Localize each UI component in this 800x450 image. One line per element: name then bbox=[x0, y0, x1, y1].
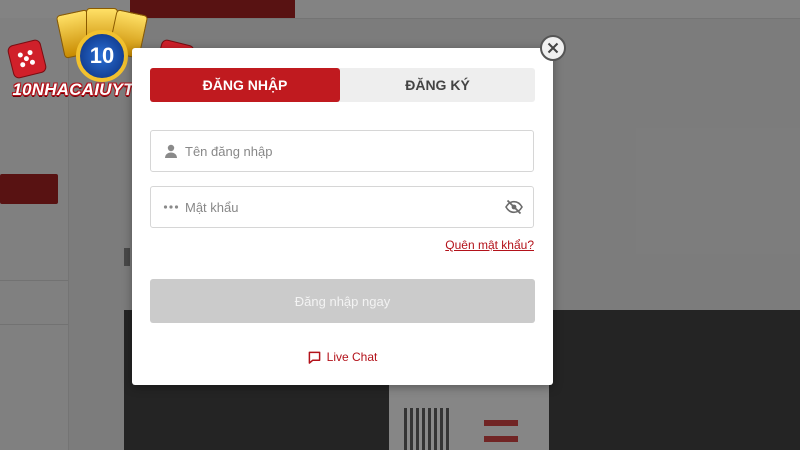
username-field[interactable] bbox=[150, 130, 534, 172]
password-field[interactable] bbox=[150, 186, 534, 228]
close-icon bbox=[547, 42, 559, 54]
medal-badge: 10 bbox=[76, 30, 128, 82]
password-input[interactable] bbox=[185, 187, 485, 227]
tab-login[interactable]: ĐĂNG NHẬP bbox=[150, 68, 340, 102]
live-chat-link[interactable]: Live Chat bbox=[132, 348, 553, 366]
tab-register[interactable]: ĐĂNG KÝ bbox=[340, 68, 535, 102]
dice-icon bbox=[6, 38, 48, 80]
auth-tabs: ĐĂNG NHẬP ĐĂNG KÝ bbox=[150, 68, 535, 102]
chat-icon bbox=[308, 351, 320, 364]
close-button[interactable] bbox=[540, 35, 566, 61]
forgot-password-link[interactable]: Quên mật khẩu? bbox=[445, 238, 534, 252]
login-submit-button[interactable]: Đăng nhập ngay bbox=[150, 279, 535, 323]
username-input[interactable] bbox=[185, 131, 485, 171]
user-icon bbox=[165, 144, 177, 158]
login-modal: ĐĂNG NHẬP ĐĂNG KÝ Quên mật khẩu? Đăng nh… bbox=[132, 48, 553, 385]
eye-off-icon[interactable] bbox=[505, 199, 523, 215]
password-dots-icon bbox=[163, 205, 179, 209]
live-chat-label: Live Chat bbox=[326, 350, 378, 364]
